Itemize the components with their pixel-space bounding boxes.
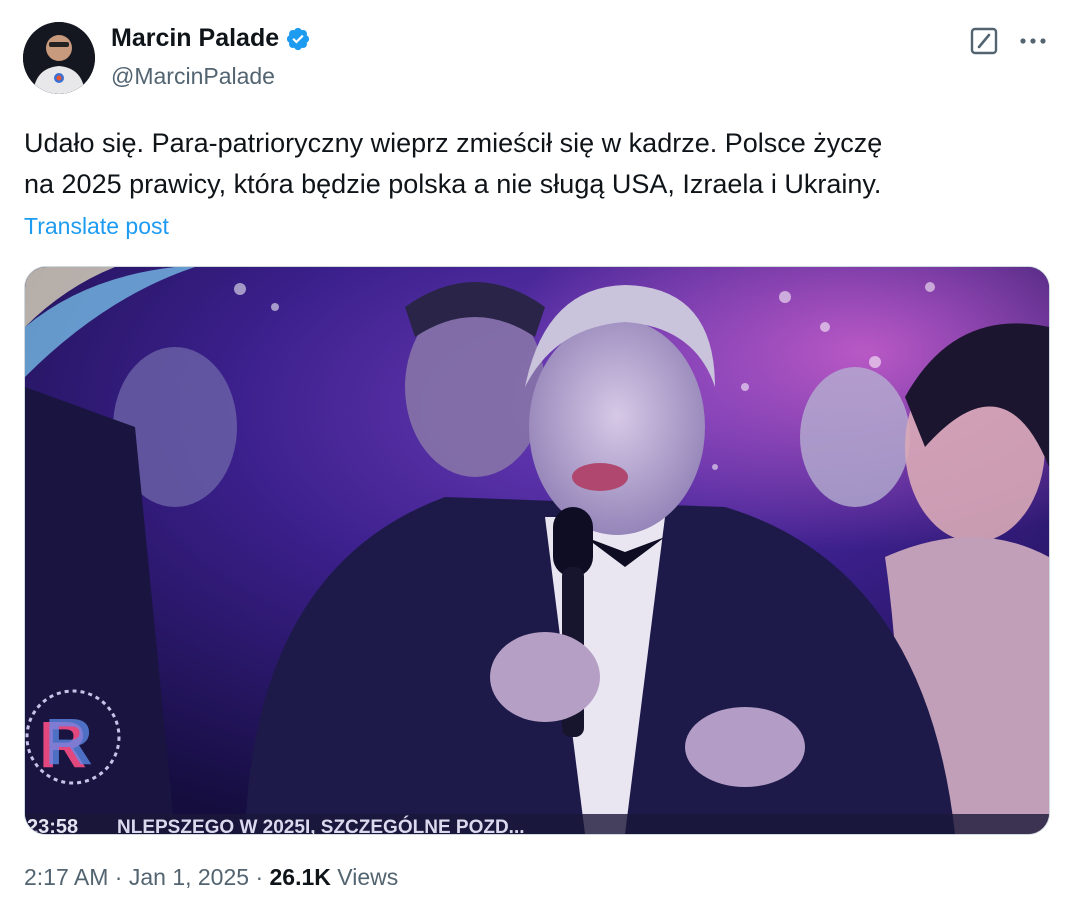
meta-separator: · bbox=[114, 864, 123, 890]
post-text-line-2: na 2025 prawicy, która będzie polska a n… bbox=[24, 169, 882, 199]
meta-separator: · bbox=[255, 864, 264, 890]
post-text-line-1: Udało się. Para-patrioryczny wieprz zmie… bbox=[24, 128, 883, 158]
post-media-image[interactable]: R R 23:58 NLEPSZEGO W 2025I, SZCZEGÓLNE … bbox=[24, 266, 1050, 835]
post-time[interactable]: 2:17 AM bbox=[24, 864, 108, 890]
svg-text:R: R bbox=[45, 704, 93, 778]
author-name[interactable]: Marcin Palade bbox=[111, 24, 279, 53]
verified-badge-icon bbox=[285, 26, 311, 52]
views-count[interactable]: 26.1K bbox=[270, 864, 331, 890]
views-label[interactable]: Views bbox=[337, 864, 398, 890]
media-ticker-text: NLEPSZEGO W 2025I, SZCZEGÓLNE POZD... bbox=[117, 816, 525, 834]
post-date[interactable]: Jan 1, 2025 bbox=[129, 864, 249, 890]
author-name-row[interactable]: Marcin Palade bbox=[111, 24, 311, 53]
grok-icon[interactable] bbox=[970, 27, 998, 55]
media-time-overlay: 23:58 bbox=[27, 816, 78, 834]
more-icon[interactable] bbox=[1016, 27, 1050, 55]
translate-post-link[interactable]: Translate post bbox=[24, 213, 169, 240]
post-text: Udało się. Para-patrioryczny wieprz zmie… bbox=[24, 123, 1054, 205]
avatar-image bbox=[23, 22, 95, 94]
media-image-content: R R 23:58 NLEPSZEGO W 2025I, SZCZEGÓLNE … bbox=[25, 267, 1049, 834]
author-handle[interactable]: @MarcinPalade bbox=[111, 63, 275, 90]
post-meta: 2:17 AM · Jan 1, 2025 · 26.1K Views bbox=[24, 864, 398, 891]
avatar[interactable] bbox=[23, 22, 95, 94]
